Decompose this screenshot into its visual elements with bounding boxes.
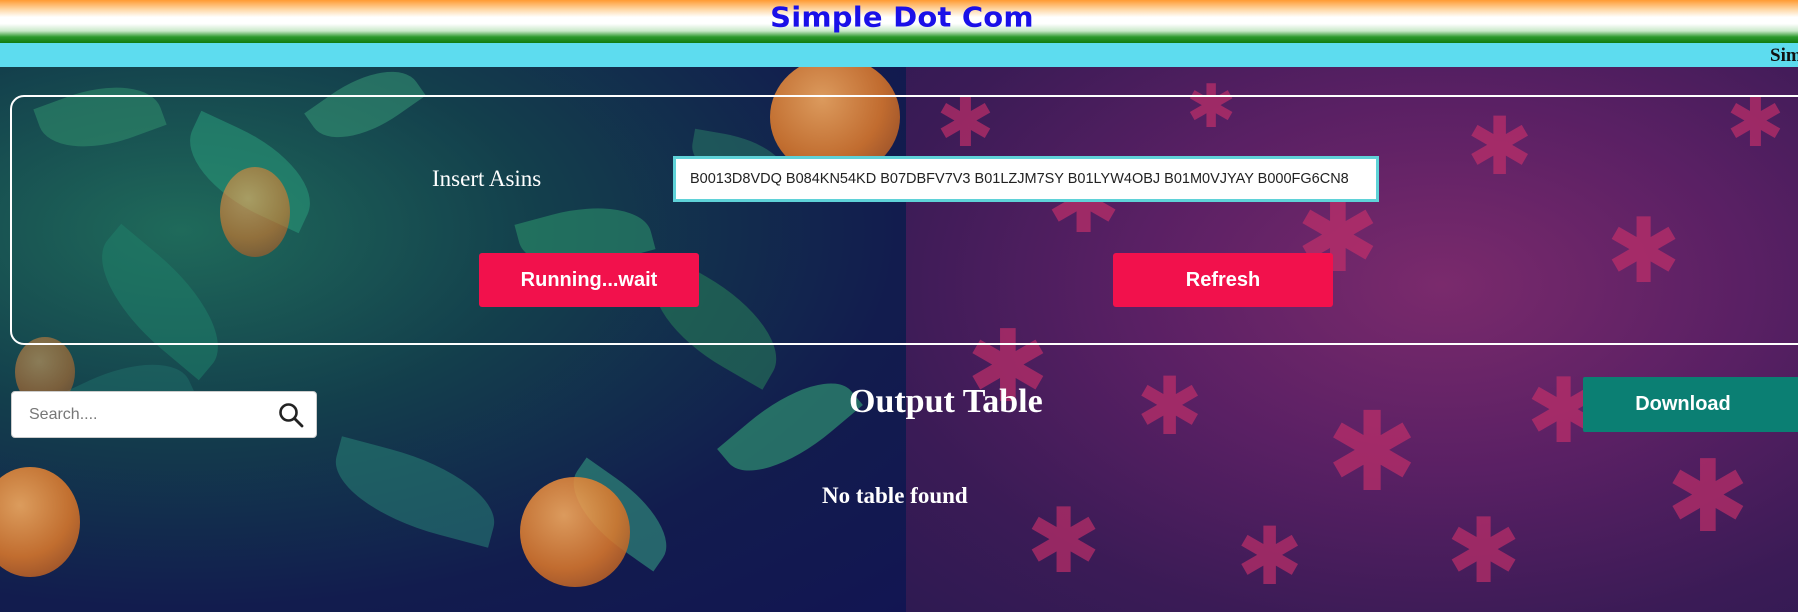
download-button[interactable]: Download: [1583, 377, 1798, 432]
refresh-button[interactable]: Refresh: [1113, 253, 1333, 307]
search-input[interactable]: [12, 392, 262, 437]
search-box: [11, 391, 317, 438]
marquee-bar: Simple Dot Com: [0, 43, 1798, 67]
empty-table-message: No table found: [822, 483, 968, 508]
site-title: Simple Dot Com: [770, 0, 1034, 34]
site-header: Simple Dot Com: [0, 0, 1798, 43]
asin-input-panel: [10, 95, 1798, 345]
search-icon[interactable]: [278, 402, 304, 428]
output-table-title: Output Table: [849, 383, 1043, 420]
marquee-text: Simple Dot Com: [1770, 45, 1798, 66]
asin-label: Insert Asins: [432, 166, 542, 191]
asin-input[interactable]: [673, 156, 1379, 202]
run-button[interactable]: Running...wait: [479, 253, 699, 307]
